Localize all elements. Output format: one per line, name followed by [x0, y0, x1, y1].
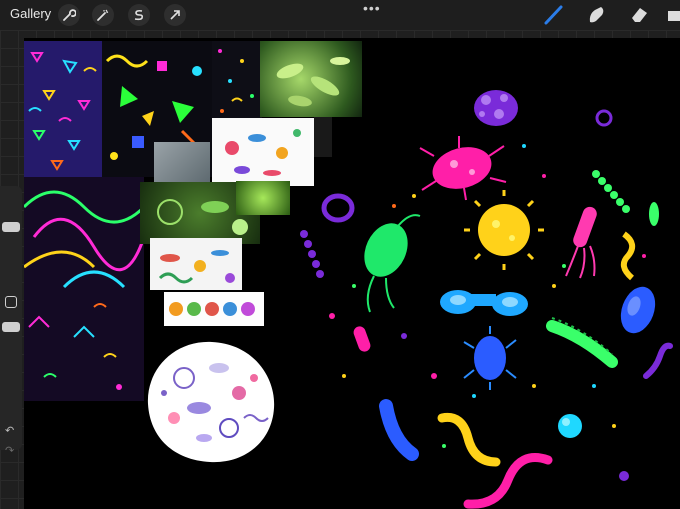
brush-size-slider[interactable]: [2, 222, 20, 232]
top-toolbar: Gallery •••: [0, 0, 680, 30]
green-caterpillar: [546, 320, 618, 368]
magenta-worm: [463, 453, 553, 509]
cyan-germ: [558, 414, 582, 438]
modify-button[interactable]: [5, 296, 17, 308]
pattern-drawing: [28, 52, 97, 171]
purple-squiggle-pattern-image[interactable]: [24, 177, 144, 401]
transform-arrow-icon[interactable]: [164, 4, 186, 26]
green-cell-photo[interactable]: [236, 181, 290, 215]
neon-germs-illustration[interactable]: [294, 86, 680, 509]
blue-tall-germ: [379, 399, 419, 461]
yellow-curl: [620, 231, 636, 281]
left-sidebar: [0, 186, 22, 450]
wrench-icon[interactable]: [58, 4, 80, 26]
green-chain: [592, 170, 630, 213]
neon-triangle-pattern-image[interactable]: [24, 41, 102, 177]
pattern-drawing: [24, 190, 144, 390]
color-bacteria-strip-image[interactable]: [150, 238, 242, 290]
yellow-virus: [464, 190, 544, 270]
smudge-icon[interactable]: [584, 3, 610, 27]
bacteria-shapes: [169, 302, 255, 316]
redo-icon[interactable]: ↷: [5, 444, 14, 457]
green-germ: [364, 214, 421, 313]
brush-icon[interactable]: [541, 3, 567, 27]
pink-rod-germ: [565, 206, 597, 279]
magic-wand-icon[interactable]: [92, 4, 114, 26]
purple-chain: [300, 230, 324, 278]
yellow-worm: [437, 412, 501, 467]
undo-icon[interactable]: ↶: [5, 424, 14, 437]
eraser-icon[interactable]: [626, 3, 652, 27]
drawing-canvas[interactable]: [24, 38, 680, 509]
more-options-icon[interactable]: •••: [363, 0, 381, 16]
opacity-slider[interactable]: [2, 322, 20, 332]
layers-icon[interactable]: [664, 3, 680, 27]
color-bacteria-dots-image[interactable]: [164, 292, 264, 326]
gallery-button[interactable]: Gallery: [10, 6, 51, 21]
blue-spiky-germ: [463, 326, 517, 390]
microscope-photo[interactable]: [154, 142, 210, 182]
bacteria-circle-sticker[interactable]: [144, 338, 280, 466]
blue-capsule-germ: [440, 290, 528, 316]
bacteria-shapes: [158, 250, 235, 284]
magenta-germ: [419, 136, 507, 201]
purple-blob: [474, 90, 518, 126]
selection-icon[interactable]: [128, 4, 150, 26]
